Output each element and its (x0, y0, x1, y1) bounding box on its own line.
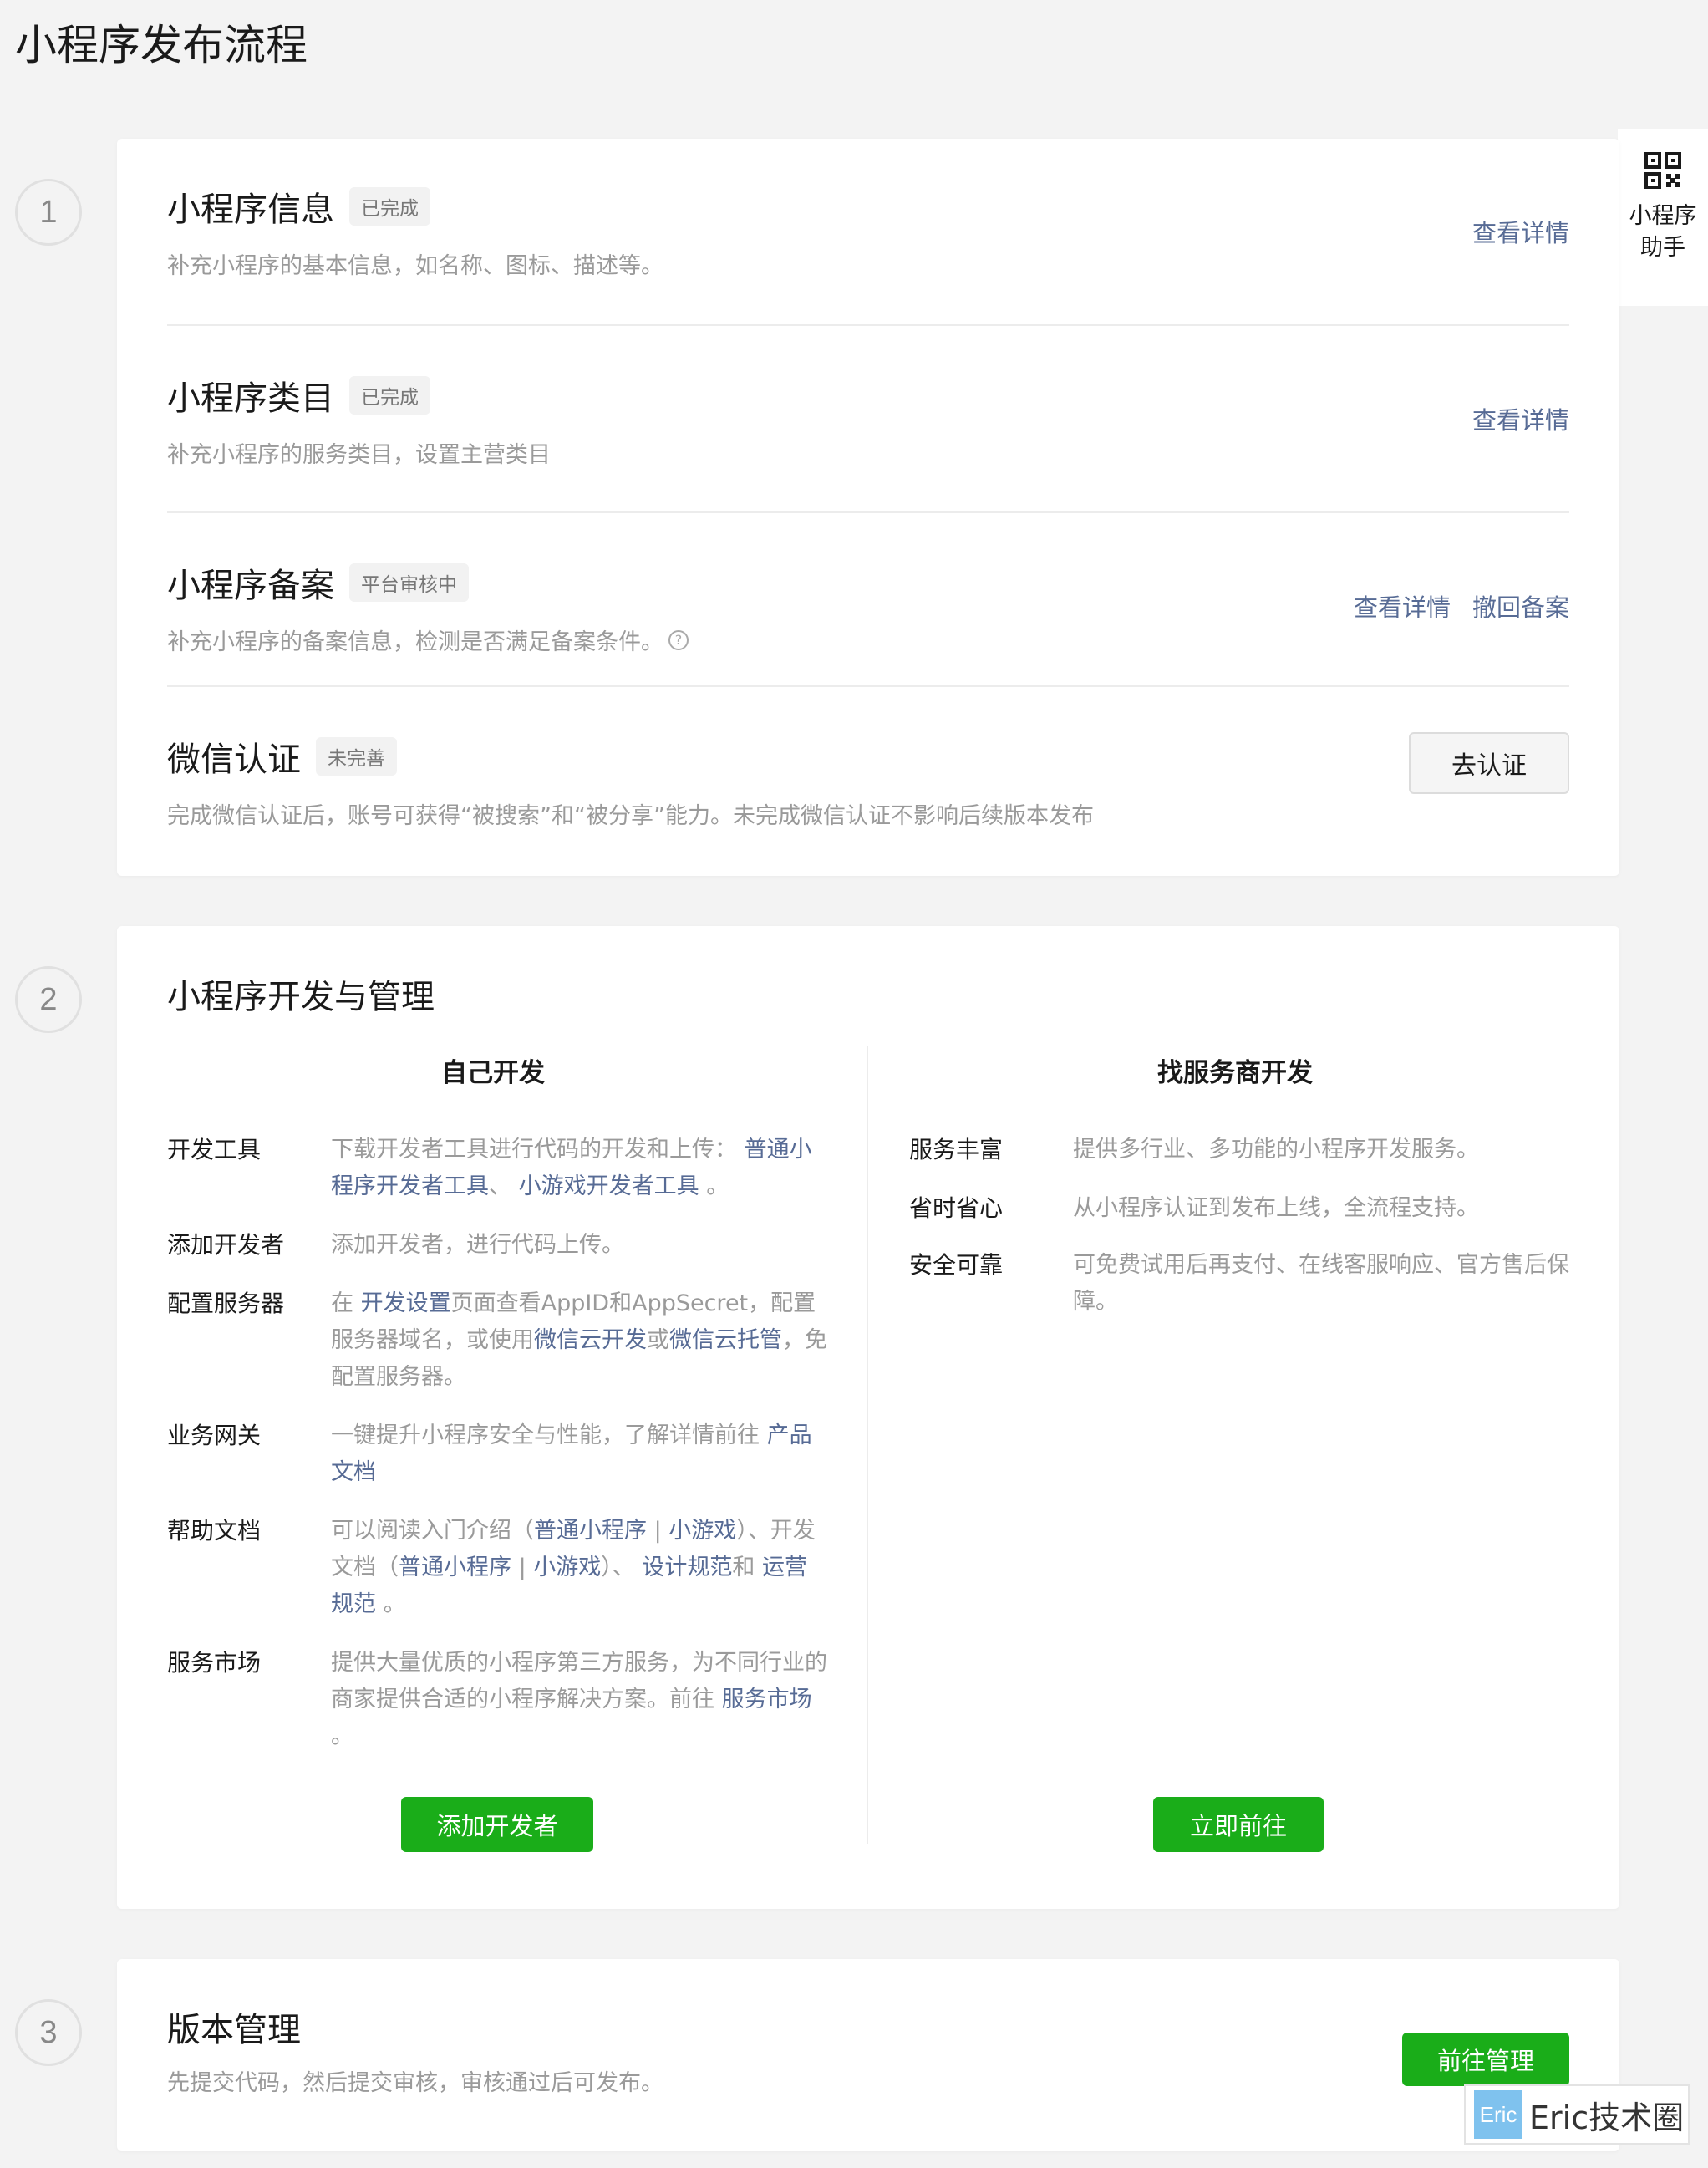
item-text: ）、 (601, 1555, 635, 1580)
item-label: 添加开发者 (167, 1231, 285, 1259)
step-number-3: 3 (15, 1999, 82, 2066)
item-text: 从小程序认证到发布上线，全流程支持。 (1073, 1195, 1479, 1221)
docs-mini-game-link[interactable]: 小游戏 (533, 1555, 601, 1580)
intro-mini-game-link[interactable]: 小游戏 (668, 1518, 736, 1544)
item-text: 添加开发者，进行代码上传。 (331, 1232, 624, 1258)
normal-link[interactable]: 普通 (745, 1137, 790, 1163)
version-card: 版本管理 先提交代码，然后提交审核，审核通过后可发布。 前往管理 (117, 1959, 1619, 2151)
helper-label-line2: 助手 (1640, 235, 1685, 261)
row-title: 微信认证 (167, 740, 301, 779)
item-text: 或 (647, 1327, 669, 1353)
step-number-2: 2 (15, 966, 82, 1033)
item-label: 安全可靠 (909, 1251, 1004, 1279)
item-label: 开发工具 (167, 1136, 262, 1163)
view-details-link[interactable]: 查看详情 (1354, 588, 1451, 623)
intro-mini-program-link[interactable]: 普通小程序 (534, 1518, 647, 1544)
item-text: 。 (331, 1723, 353, 1749)
item-label: 帮助文档 (167, 1517, 262, 1545)
item-devtools: 开发工具 下载开发者工具进行代码的开发和上传： 普通小程序开发者工具、 小游戏开… (167, 1132, 827, 1205)
divider (167, 324, 1569, 326)
vendor-develop-title: 找服务商开发 (1157, 1058, 1313, 1088)
step-number-1: 1 (15, 179, 82, 246)
vendor-item: 服务丰富 提供多行业、多功能的小程序开发服务。 (909, 1132, 1578, 1168)
mini-game-devtools-link[interactable]: 小游戏开发者工具 (519, 1173, 699, 1199)
watermark-logo: Eric (1474, 2090, 1522, 2139)
service-market-link[interactable]: 市场 (767, 1687, 812, 1713)
self-develop-title: 自己开发 (441, 1058, 545, 1088)
item-text: 。 (706, 1173, 729, 1199)
status-badge: 已完成 (349, 376, 430, 415)
item-text: 可以阅读入门介绍（ (331, 1518, 534, 1544)
row-filing: 小程序备案 平台审核中 补充小程序的备案信息，检测是否满足备案条件。 ? 查看详… (167, 558, 1569, 656)
section-desc: 先提交代码，然后提交审核，审核通过后可发布。 (167, 2070, 663, 2096)
item-label: 配置服务器 (167, 1290, 285, 1317)
setup-card: 小程序信息 已完成 补充小程序的基本信息，如名称、图标、描述等。 查看详情 小程… (117, 139, 1619, 876)
verify-button[interactable]: 去认证 (1409, 732, 1569, 794)
help-icon[interactable]: ? (668, 629, 689, 650)
dev-settings-link[interactable]: 开发设置 (361, 1290, 451, 1316)
operation-spec-link[interactable]: 运 (762, 1555, 785, 1580)
row-title: 小程序信息 (167, 191, 334, 229)
docs-mini-program-link[interactable]: 普通小程序 (399, 1555, 511, 1580)
go-manage-button[interactable]: 前往管理 (1402, 2033, 1569, 2086)
status-badge: 已完成 (349, 187, 430, 226)
watermark-text: Eric技术圈 (1529, 2099, 1685, 2136)
develop-card: 小程序开发与管理 自己开发 开发工具 下载开发者工具进行代码的开发和上传： 普通… (117, 926, 1619, 1909)
item-add-developer: 添加开发者 添加开发者，进行代码上传。 (167, 1227, 827, 1264)
item-help-docs: 帮助文档 可以阅读入门介绍（普通小程序 | 小游戏）、开发文档（普通小程序 | … (167, 1513, 827, 1623)
item-text: 一键提升小程序安全与性能，了解详情前往 (331, 1422, 760, 1448)
item-text: 、 (489, 1173, 511, 1199)
helper-label-line1: 小程序 (1629, 203, 1697, 229)
cloud-dev-link[interactable]: 微信云开发 (534, 1327, 647, 1353)
divider (167, 511, 1569, 513)
row-wechat-verify: 微信认证 未完善 完成微信认证后，账号可获得“被搜索”和“被分享”能力。未完成微… (167, 732, 1569, 830)
go-now-button[interactable]: 立即前往 (1153, 1797, 1324, 1852)
divider (167, 685, 1569, 687)
row-desc: 补充小程序的服务类目，设置主营类目 (167, 442, 551, 468)
item-gateway: 业务网关 一键提升小程序安全与性能，了解详情前往 产品文档 (167, 1417, 827, 1491)
watermark: Eric Eric技术圈 (1464, 2084, 1690, 2145)
product-docs-link[interactable]: 产 (767, 1422, 790, 1448)
item-label: 省时省心 (909, 1194, 1004, 1222)
item-label: 服务市场 (167, 1649, 262, 1677)
status-badge: 平台审核中 (349, 563, 469, 602)
item-text: 下载开发者工具进行代码的开发和上传： (331, 1137, 737, 1163)
withdraw-filing-link[interactable]: 撤回备案 (1472, 588, 1569, 623)
cloud-hosting-link[interactable]: 微信云托管 (669, 1327, 782, 1353)
item-text: 可免费试用后再支付、在线客服响应、官方售后保障。 (1073, 1252, 1569, 1315)
item-text: 和 (732, 1555, 755, 1580)
section-title: 小程序开发与管理 (167, 978, 435, 1016)
item-text: 。 (383, 1591, 406, 1617)
separator: | (653, 1518, 662, 1544)
column-divider (867, 1046, 868, 1844)
row-desc: 补充小程序的备案信息，检测是否满足备案条件。 (167, 629, 663, 655)
item-server-config: 配置服务器 在 开发设置页面查看AppID和AppSecret，配置服务器域名，… (167, 1285, 827, 1396)
add-developer-button[interactable]: 添加开发者 (401, 1797, 593, 1852)
status-badge: 未完善 (316, 737, 397, 776)
row-desc: 完成微信认证后，账号可获得“被搜索”和“被分享”能力。未完成微信认证不影响后续版… (167, 803, 1094, 829)
row-basic-info: 小程序信息 已完成 补充小程序的基本信息，如名称、图标、描述等。 查看详情 (167, 182, 1569, 280)
separator: | (518, 1555, 526, 1580)
view-details-link[interactable]: 查看详情 (1472, 401, 1569, 436)
service-market-link[interactable]: 服务 (722, 1687, 767, 1713)
mini-program-assistant[interactable]: 小程序 助手 (1618, 129, 1708, 306)
item-label: 业务网关 (167, 1422, 262, 1449)
vendor-item: 省时省心 从小程序认证到发布上线，全流程支持。 (909, 1190, 1578, 1227)
row-title: 小程序备案 (167, 567, 334, 605)
row-category: 小程序类目 已完成 补充小程序的服务类目，设置主营类目 查看详情 (167, 371, 1569, 469)
row-title: 小程序类目 (167, 379, 334, 418)
page-title: 小程序发布流程 (15, 21, 308, 69)
design-spec-link[interactable]: 设计规范 (642, 1555, 732, 1580)
section-title: 版本管理 (167, 2011, 301, 2049)
item-text: 在 (331, 1290, 353, 1316)
item-text: 提供多行业、多功能的小程序开发服务。 (1073, 1137, 1479, 1163)
qrcode-icon (1644, 152, 1681, 189)
item-label: 服务丰富 (909, 1136, 1004, 1163)
item-service-market: 服务市场 提供大量优质的小程序第三方服务，为不同行业的商家提供合适的小程序解决方… (167, 1645, 827, 1755)
row-desc: 补充小程序的基本信息，如名称、图标、描述等。 (167, 253, 663, 279)
vendor-item: 安全可靠 可免费试用后再支付、在线客服响应、官方售后保障。 (909, 1247, 1578, 1321)
view-details-link[interactable]: 查看详情 (1472, 214, 1569, 249)
